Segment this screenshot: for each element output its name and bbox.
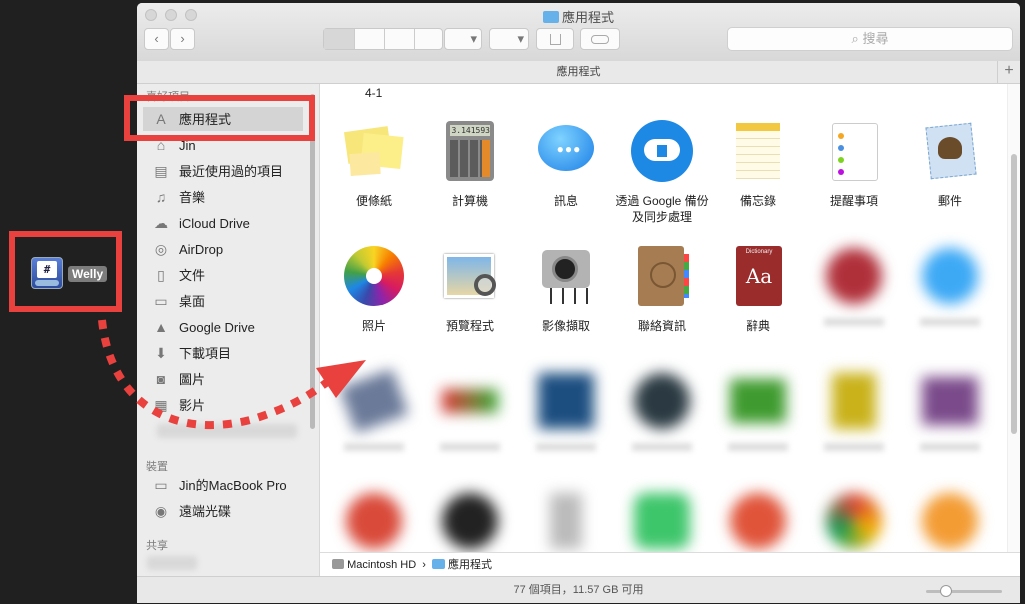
drag-arrow-annotation [98,319,366,430]
